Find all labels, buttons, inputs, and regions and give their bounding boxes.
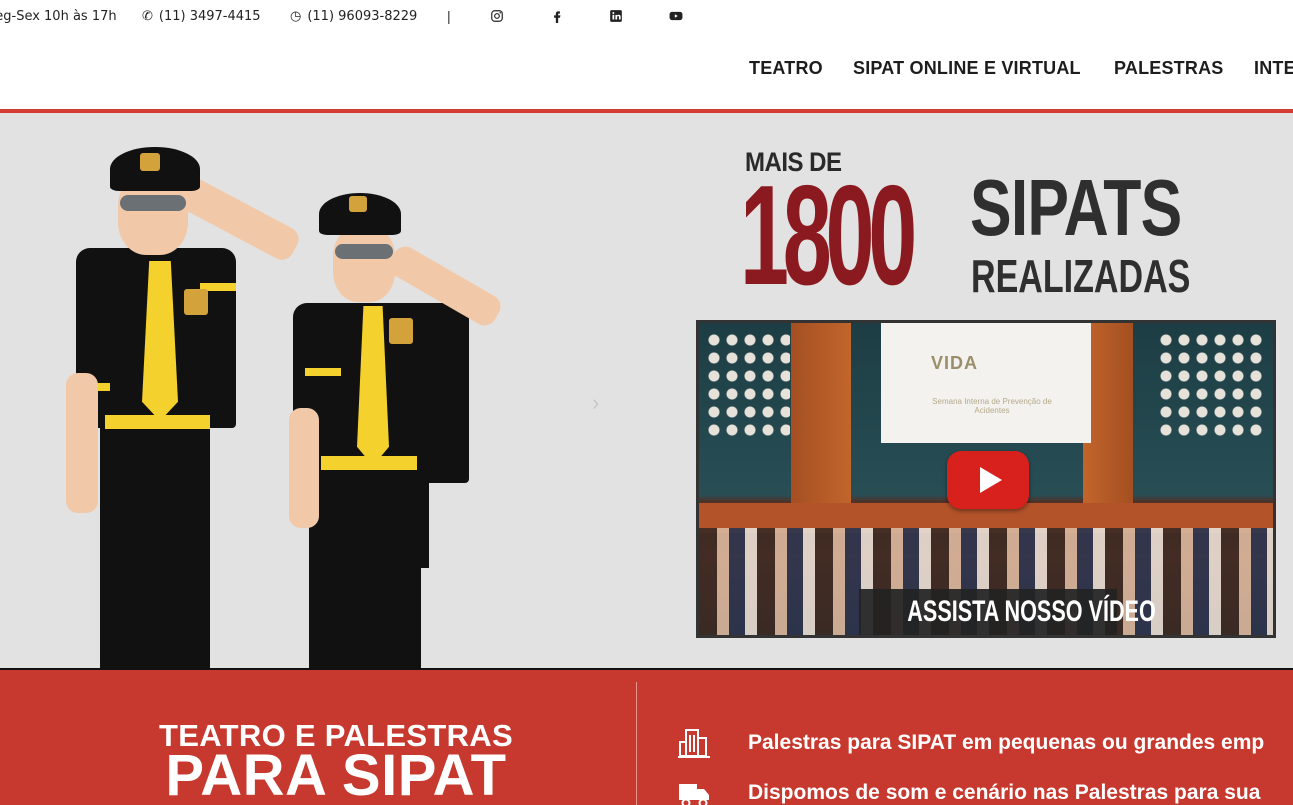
business-hours: Seg-Sex 10h às 17h (0, 9, 117, 24)
nav-teatro[interactable]: TEATRO (749, 58, 823, 79)
features-band: TEATRO E PALESTRAS PARA SIPAT Palestras … (0, 670, 1293, 805)
instagram-icon[interactable] (488, 7, 506, 25)
guard-character-right (285, 188, 515, 669)
band-title-big: PARA SIPAT (165, 743, 507, 805)
phone-icon: ✆ (142, 9, 153, 24)
feature-text: Dispomos de som e cenário nas Palestras … (748, 781, 1261, 804)
headline-realizadas: REALIZADAS (971, 250, 1191, 302)
nav-inte[interactable]: INTE (1254, 58, 1293, 79)
nav-palestras[interactable]: PALESTRAS (1114, 58, 1223, 79)
topbar-separator: | (447, 8, 451, 24)
feature-text: Palestras para SIPAT em pequenas ou gran… (748, 731, 1265, 754)
linkedin-icon[interactable] (607, 7, 625, 25)
top-bar: Seg-Sex 10h às 17h ✆(11) 3497-4415 ◷(11)… (0, 0, 1293, 34)
slider-next-icon[interactable]: › (592, 390, 599, 416)
building-icon (676, 725, 712, 761)
hero-slider: › MAIS DE 1800 SIPATS REALIZADAS VIDA Se… (0, 113, 1293, 669)
whatsapp-icon: ◷ (290, 9, 302, 24)
whatsapp-link[interactable]: ◷ (11) 96093-8229 (290, 9, 417, 24)
feature-item: Dispomos de som e cenário nas Palestras … (676, 775, 1260, 805)
youtube-icon[interactable] (667, 7, 685, 25)
truck-icon (676, 775, 712, 805)
facebook-icon[interactable] (548, 7, 566, 25)
phone-link[interactable]: ✆ (11) 3497-4415 (142, 9, 261, 24)
band-divider (636, 682, 637, 805)
guard-character-left (60, 143, 320, 669)
nav-sipat-online[interactable]: SIPAT ONLINE E VIRTUAL (853, 58, 1081, 79)
feature-item: Palestras para SIPAT em pequenas ou gran… (676, 725, 1264, 761)
headline-number: 1800 (740, 156, 917, 315)
main-nav: TEATRO SIPAT ONLINE E VIRTUAL PALESTRAS … (0, 58, 1293, 82)
screen-caption: Semana Interna de Prevenção de Acidentes (932, 397, 1052, 415)
headline-sipats: SIPATS (970, 163, 1182, 252)
video-thumbnail[interactable]: VIDA Semana Interna de Prevenção de Acid… (696, 320, 1276, 638)
projection-screen (881, 323, 1091, 443)
watch-video-label[interactable]: ASSISTA NOSSO VÍDEO (859, 589, 1156, 635)
play-button-icon[interactable] (947, 451, 1029, 509)
screen-logo: VIDA (931, 353, 979, 373)
